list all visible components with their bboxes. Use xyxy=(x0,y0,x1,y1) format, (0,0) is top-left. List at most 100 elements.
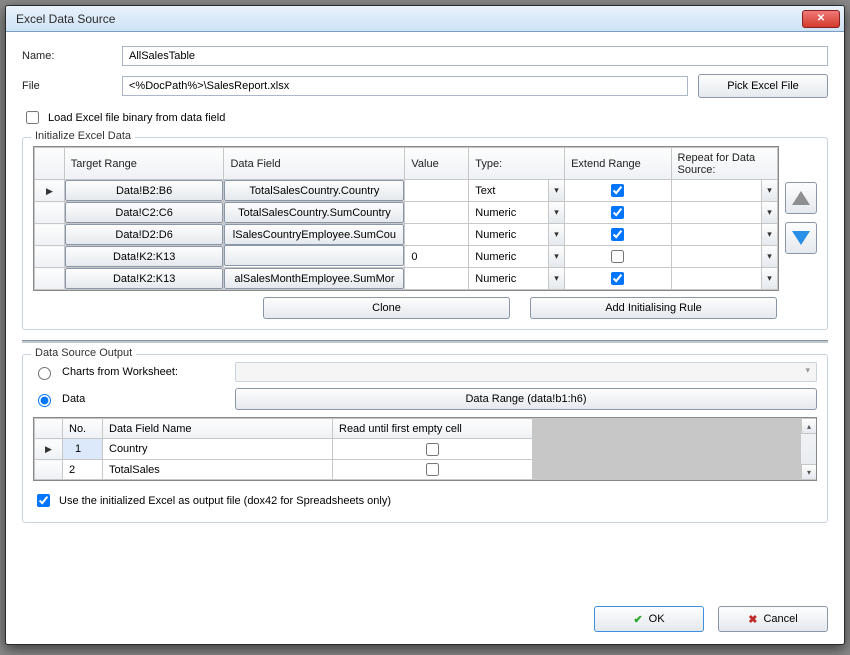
init-row-selector[interactable] xyxy=(35,202,65,224)
pick-excel-file-button[interactable]: Pick Excel File xyxy=(698,74,828,98)
output-col-no[interactable]: No. xyxy=(63,419,103,439)
type-select[interactable]: Text xyxy=(469,180,564,201)
value-cell[interactable]: 0 xyxy=(405,249,468,265)
target-range-button[interactable]: Data!B2:B6 xyxy=(65,180,224,201)
output-col-field[interactable]: Data Field Name xyxy=(103,419,333,439)
dialog-footer: ✔ OK ✖ Cancel xyxy=(6,596,844,644)
output-grid-row[interactable]: 1Country xyxy=(35,439,800,460)
type-select[interactable]: Numeric xyxy=(469,202,564,223)
data-radio-row: Data Data Range (data!b1:h6) xyxy=(33,385,817,413)
init-grid-row[interactable]: Data!C2:C6TotalSalesCountry.SumCountry Nu… xyxy=(35,202,778,224)
repeat-select[interactable] xyxy=(672,202,778,223)
name-label: Name: xyxy=(22,50,112,62)
chevron-down-icon[interactable] xyxy=(548,268,564,289)
init-row-selector[interactable] xyxy=(35,268,65,290)
scroll-down-icon[interactable]: ▾ xyxy=(801,464,816,480)
output-row-selector[interactable] xyxy=(35,439,63,460)
file-input[interactable] xyxy=(122,76,688,96)
output-col-read-until[interactable]: Read until first empty cell xyxy=(333,419,533,439)
repeat-select[interactable] xyxy=(672,246,778,267)
init-col-repeat[interactable]: Repeat for Data Source: xyxy=(671,148,778,180)
file-label: File xyxy=(22,80,112,92)
extend-range-checkbox[interactable] xyxy=(611,250,624,263)
extend-range-checkbox[interactable] xyxy=(611,272,624,285)
load-binary-label: Load Excel file binary from data field xyxy=(48,112,225,124)
repeat-value xyxy=(672,246,762,267)
type-select[interactable]: Numeric xyxy=(469,268,564,289)
target-range-button[interactable]: Data!D2:D6 xyxy=(65,224,224,245)
init-grid-row[interactable]: Data!K2:K13 0Numeric xyxy=(35,246,778,268)
target-range-button[interactable]: Data!K2:K13 xyxy=(65,268,224,289)
data-field-button[interactable]: TotalSalesCountry.Country xyxy=(224,180,404,201)
type-value: Text xyxy=(469,180,548,201)
target-range-button[interactable]: Data!C2:C6 xyxy=(65,202,224,223)
init-grid-wrap: Target Range Data Field Value Type: Exte… xyxy=(33,146,817,291)
data-field-button[interactable]: TotalSalesCountry.SumCountry xyxy=(224,202,404,223)
chevron-down-icon[interactable] xyxy=(761,246,777,267)
name-input[interactable] xyxy=(122,46,828,66)
init-row-selector[interactable] xyxy=(35,246,65,268)
output-grid-scrollbar[interactable]: ▴ ▾ xyxy=(800,418,816,480)
data-field-name[interactable]: Country xyxy=(103,441,332,457)
chevron-down-icon[interactable] xyxy=(761,202,777,223)
chevron-down-icon[interactable] xyxy=(548,224,564,245)
init-grid-header-row: Target Range Data Field Value Type: Exte… xyxy=(35,148,778,180)
chevron-down-icon[interactable] xyxy=(761,268,777,289)
value-cell[interactable] xyxy=(405,233,468,237)
init-grid-row[interactable]: Data!D2:D6lSalesCountryEmployee.SumCou Nu… xyxy=(35,224,778,246)
type-select[interactable]: Numeric xyxy=(469,224,564,245)
move-up-button[interactable] xyxy=(785,182,817,214)
value-cell[interactable] xyxy=(405,211,468,215)
repeat-select[interactable] xyxy=(672,224,778,245)
extend-range-checkbox[interactable] xyxy=(611,184,624,197)
output-group-title: Data Source Output xyxy=(31,347,136,359)
init-row-selector[interactable] xyxy=(35,224,65,246)
charts-radio[interactable] xyxy=(38,367,51,380)
data-radio[interactable] xyxy=(38,394,51,407)
repeat-value xyxy=(672,180,762,201)
filler-cell xyxy=(533,460,800,480)
repeat-select[interactable] xyxy=(672,268,778,289)
close-button[interactable]: ✕ xyxy=(802,10,840,28)
read-until-checkbox[interactable] xyxy=(426,443,439,456)
init-grid-row[interactable]: Data!B2:B6TotalSalesCountry.Country Text xyxy=(35,180,778,202)
repeat-select[interactable] xyxy=(672,180,778,201)
move-down-button[interactable] xyxy=(785,222,817,254)
init-col-data-field[interactable]: Data Field xyxy=(224,148,405,180)
type-select[interactable]: Numeric xyxy=(469,246,564,267)
chevron-down-icon[interactable] xyxy=(548,202,564,223)
cancel-button[interactable]: ✖ Cancel xyxy=(718,606,828,632)
scroll-up-icon[interactable]: ▴ xyxy=(801,418,816,434)
output-row-selector[interactable] xyxy=(35,460,63,480)
data-field-button[interactable]: alSalesMonthEmployee.SumMor xyxy=(224,268,404,289)
init-col-target-range[interactable]: Target Range xyxy=(64,148,224,180)
data-field-button[interactable] xyxy=(224,245,404,266)
chevron-down-icon[interactable] xyxy=(761,180,777,201)
extend-range-checkbox[interactable] xyxy=(611,206,624,219)
data-range-button[interactable]: Data Range (data!b1:h6) xyxy=(235,388,817,410)
target-range-button[interactable]: Data!K2:K13 xyxy=(65,246,224,267)
load-binary-checkbox[interactable] xyxy=(26,111,39,124)
data-field-button[interactable]: lSalesCountryEmployee.SumCou xyxy=(224,224,404,245)
chevron-down-icon[interactable] xyxy=(548,246,564,267)
init-grid-row[interactable]: Data!K2:K13alSalesMonthEmployee.SumMor Nu… xyxy=(35,268,778,290)
chevron-down-icon[interactable] xyxy=(548,180,564,201)
value-cell[interactable] xyxy=(405,189,468,193)
init-col-value[interactable]: Value xyxy=(405,148,469,180)
add-rule-button[interactable]: Add Initialising Rule xyxy=(530,297,777,319)
extend-range-checkbox[interactable] xyxy=(611,228,624,241)
chevron-down-icon[interactable] xyxy=(761,224,777,245)
use-output-checkbox[interactable] xyxy=(37,494,50,507)
charts-label: Charts from Worksheet: xyxy=(62,366,227,378)
initialize-group: Initialize Excel Data Target Range Data xyxy=(22,137,828,330)
init-col-extend[interactable]: Extend Range xyxy=(565,148,671,180)
output-grid-row[interactable]: 2TotalSales xyxy=(35,460,800,480)
ok-button[interactable]: ✔ OK xyxy=(594,606,704,632)
init-row-selector[interactable] xyxy=(35,180,65,202)
clone-button[interactable]: Clone xyxy=(263,297,510,319)
name-row: Name: xyxy=(22,46,828,66)
value-cell[interactable] xyxy=(405,277,468,281)
data-field-name[interactable]: TotalSales xyxy=(103,462,332,478)
init-col-type[interactable]: Type: xyxy=(469,148,565,180)
read-until-checkbox[interactable] xyxy=(426,463,439,476)
